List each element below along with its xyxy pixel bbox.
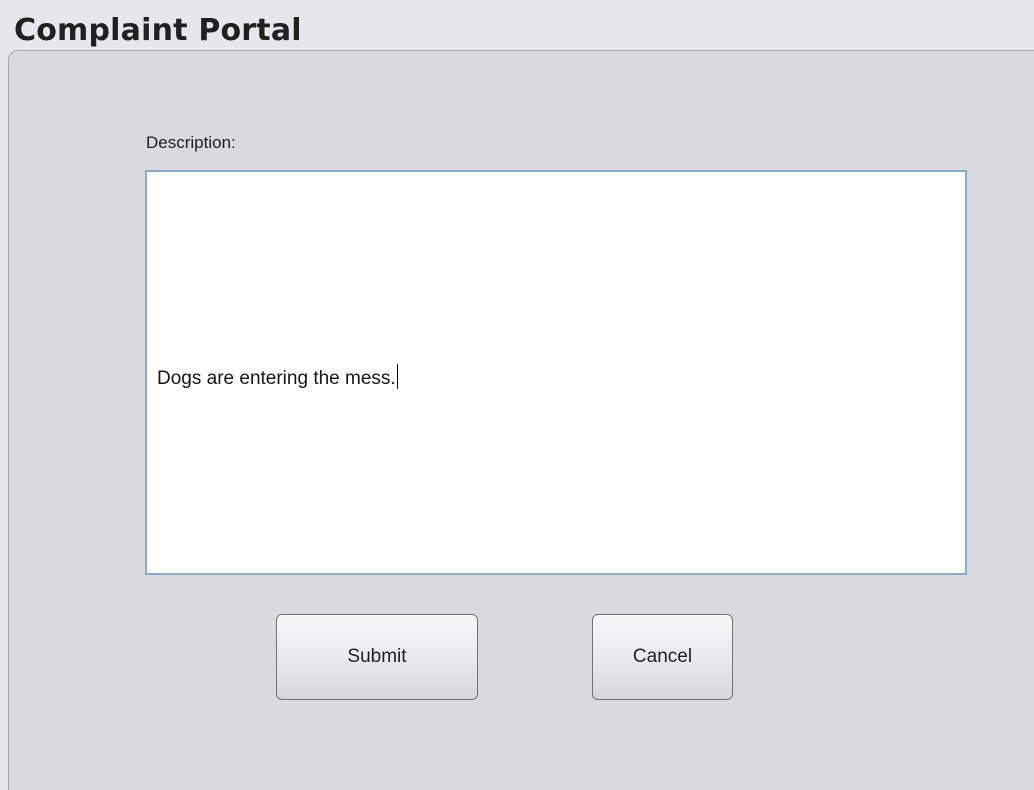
submit-button-label: Submit (347, 646, 407, 667)
description-text: Dogs are entering the mess. (157, 364, 398, 390)
cancel-button[interactable]: Cancel (592, 614, 733, 700)
cancel-button-label: Cancel (632, 646, 693, 667)
text-caret (396, 364, 398, 389)
description-textarea[interactable]: Dogs are entering the mess. (145, 170, 967, 575)
description-label: Description: (146, 133, 236, 152)
submit-button[interactable]: Submit (276, 614, 478, 700)
window-title: Complaint Portal (14, 13, 302, 48)
description-value: Dogs are entering the mess. (157, 368, 396, 389)
